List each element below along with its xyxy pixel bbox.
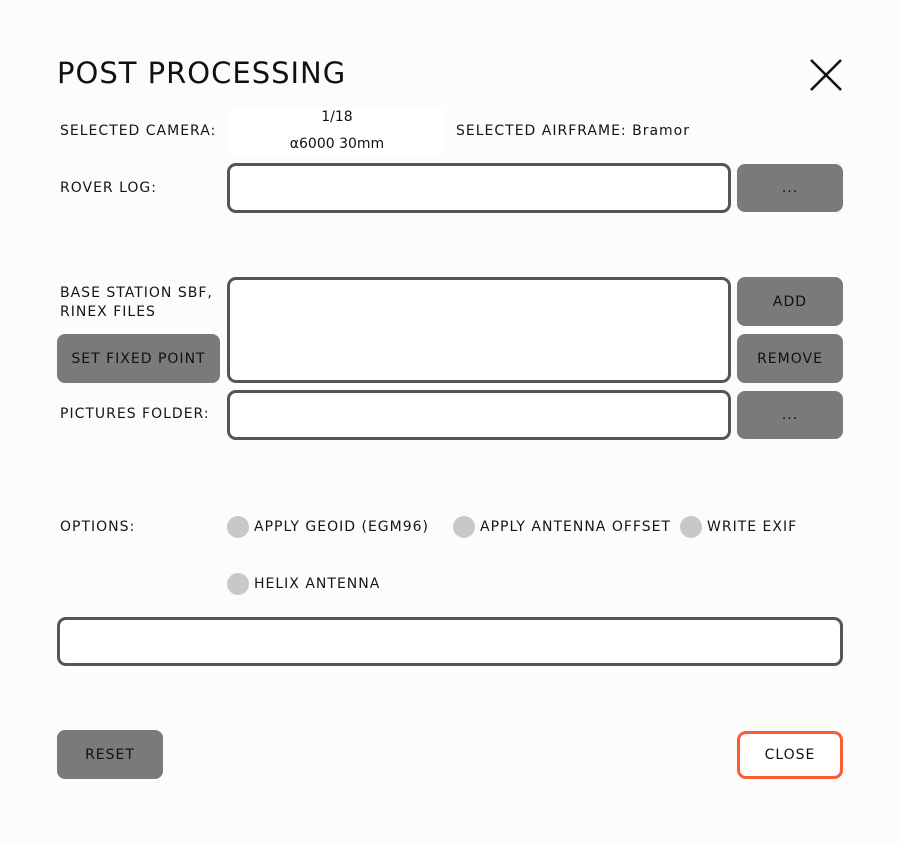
- set-fixed-point-label: SET FIXED POINT: [71, 350, 206, 367]
- browse-label: ...: [781, 180, 799, 196]
- radio-circle-icon[interactable]: [227, 516, 249, 538]
- option-apply-geoid[interactable]: APPLY GEOID (EGM96): [227, 516, 429, 538]
- close-label: CLOSE: [764, 747, 816, 763]
- browse-label: ...: [781, 407, 799, 423]
- status-output-field: [57, 617, 843, 666]
- option-label: APPLY GEOID (EGM96): [254, 519, 429, 535]
- selected-camera-label: SELECTED CAMERA:: [60, 123, 217, 139]
- option-label: HELIX ANTENNA: [254, 576, 381, 592]
- base-station-files-list[interactable]: [227, 277, 731, 383]
- reset-label: RESET: [85, 746, 135, 763]
- add-base-file-button[interactable]: ADD: [737, 277, 843, 326]
- camera-index: 1/18: [321, 109, 353, 125]
- camera-selector[interactable]: 1/18 α6000 30mm: [228, 108, 446, 154]
- pictures-folder-input[interactable]: [227, 390, 731, 440]
- close-x-icon: [810, 59, 842, 91]
- option-label: APPLY ANTENNA OFFSET: [480, 519, 671, 535]
- option-write-exif[interactable]: WRITE EXIF: [680, 516, 797, 538]
- radio-circle-icon[interactable]: [453, 516, 475, 538]
- base-station-label: BASE STATION SBF, RINEX FILES: [60, 284, 213, 322]
- reset-button[interactable]: RESET: [57, 730, 163, 779]
- option-label: WRITE EXIF: [707, 519, 798, 535]
- rover-log-label: ROVER LOG:: [60, 180, 157, 196]
- remove-base-file-button[interactable]: REMOVE: [737, 334, 843, 383]
- camera-name: α6000 30mm: [289, 136, 385, 152]
- base-station-label-line1: BASE STATION SBF,: [60, 285, 213, 301]
- rover-log-input[interactable]: [227, 163, 731, 213]
- rover-log-browse-button[interactable]: ...: [737, 164, 843, 212]
- dialog-title: POST PROCESSING: [57, 56, 347, 90]
- option-helix-antenna[interactable]: HELIX ANTENNA: [227, 573, 380, 595]
- set-fixed-point-button[interactable]: SET FIXED POINT: [57, 334, 220, 383]
- close-dialog-button[interactable]: [808, 57, 844, 93]
- post-processing-dialog: POST PROCESSING SELECTED CAMERA: 1/18 α6…: [0, 0, 900, 843]
- pictures-folder-browse-button[interactable]: ...: [737, 391, 843, 439]
- option-apply-antenna-offset[interactable]: APPLY ANTENNA OFFSET: [453, 516, 671, 538]
- radio-circle-icon[interactable]: [680, 516, 702, 538]
- add-label: ADD: [772, 293, 808, 310]
- radio-circle-icon[interactable]: [227, 573, 249, 595]
- options-label: OPTIONS:: [60, 519, 136, 535]
- selected-airframe-label: SELECTED AIRFRAME: Bramor: [456, 123, 690, 139]
- base-station-label-line2: RINEX FILES: [60, 304, 156, 320]
- pictures-folder-label: PICTURES FOLDER:: [60, 406, 210, 422]
- remove-label: REMOVE: [757, 350, 823, 367]
- close-button[interactable]: CLOSE: [737, 731, 843, 779]
